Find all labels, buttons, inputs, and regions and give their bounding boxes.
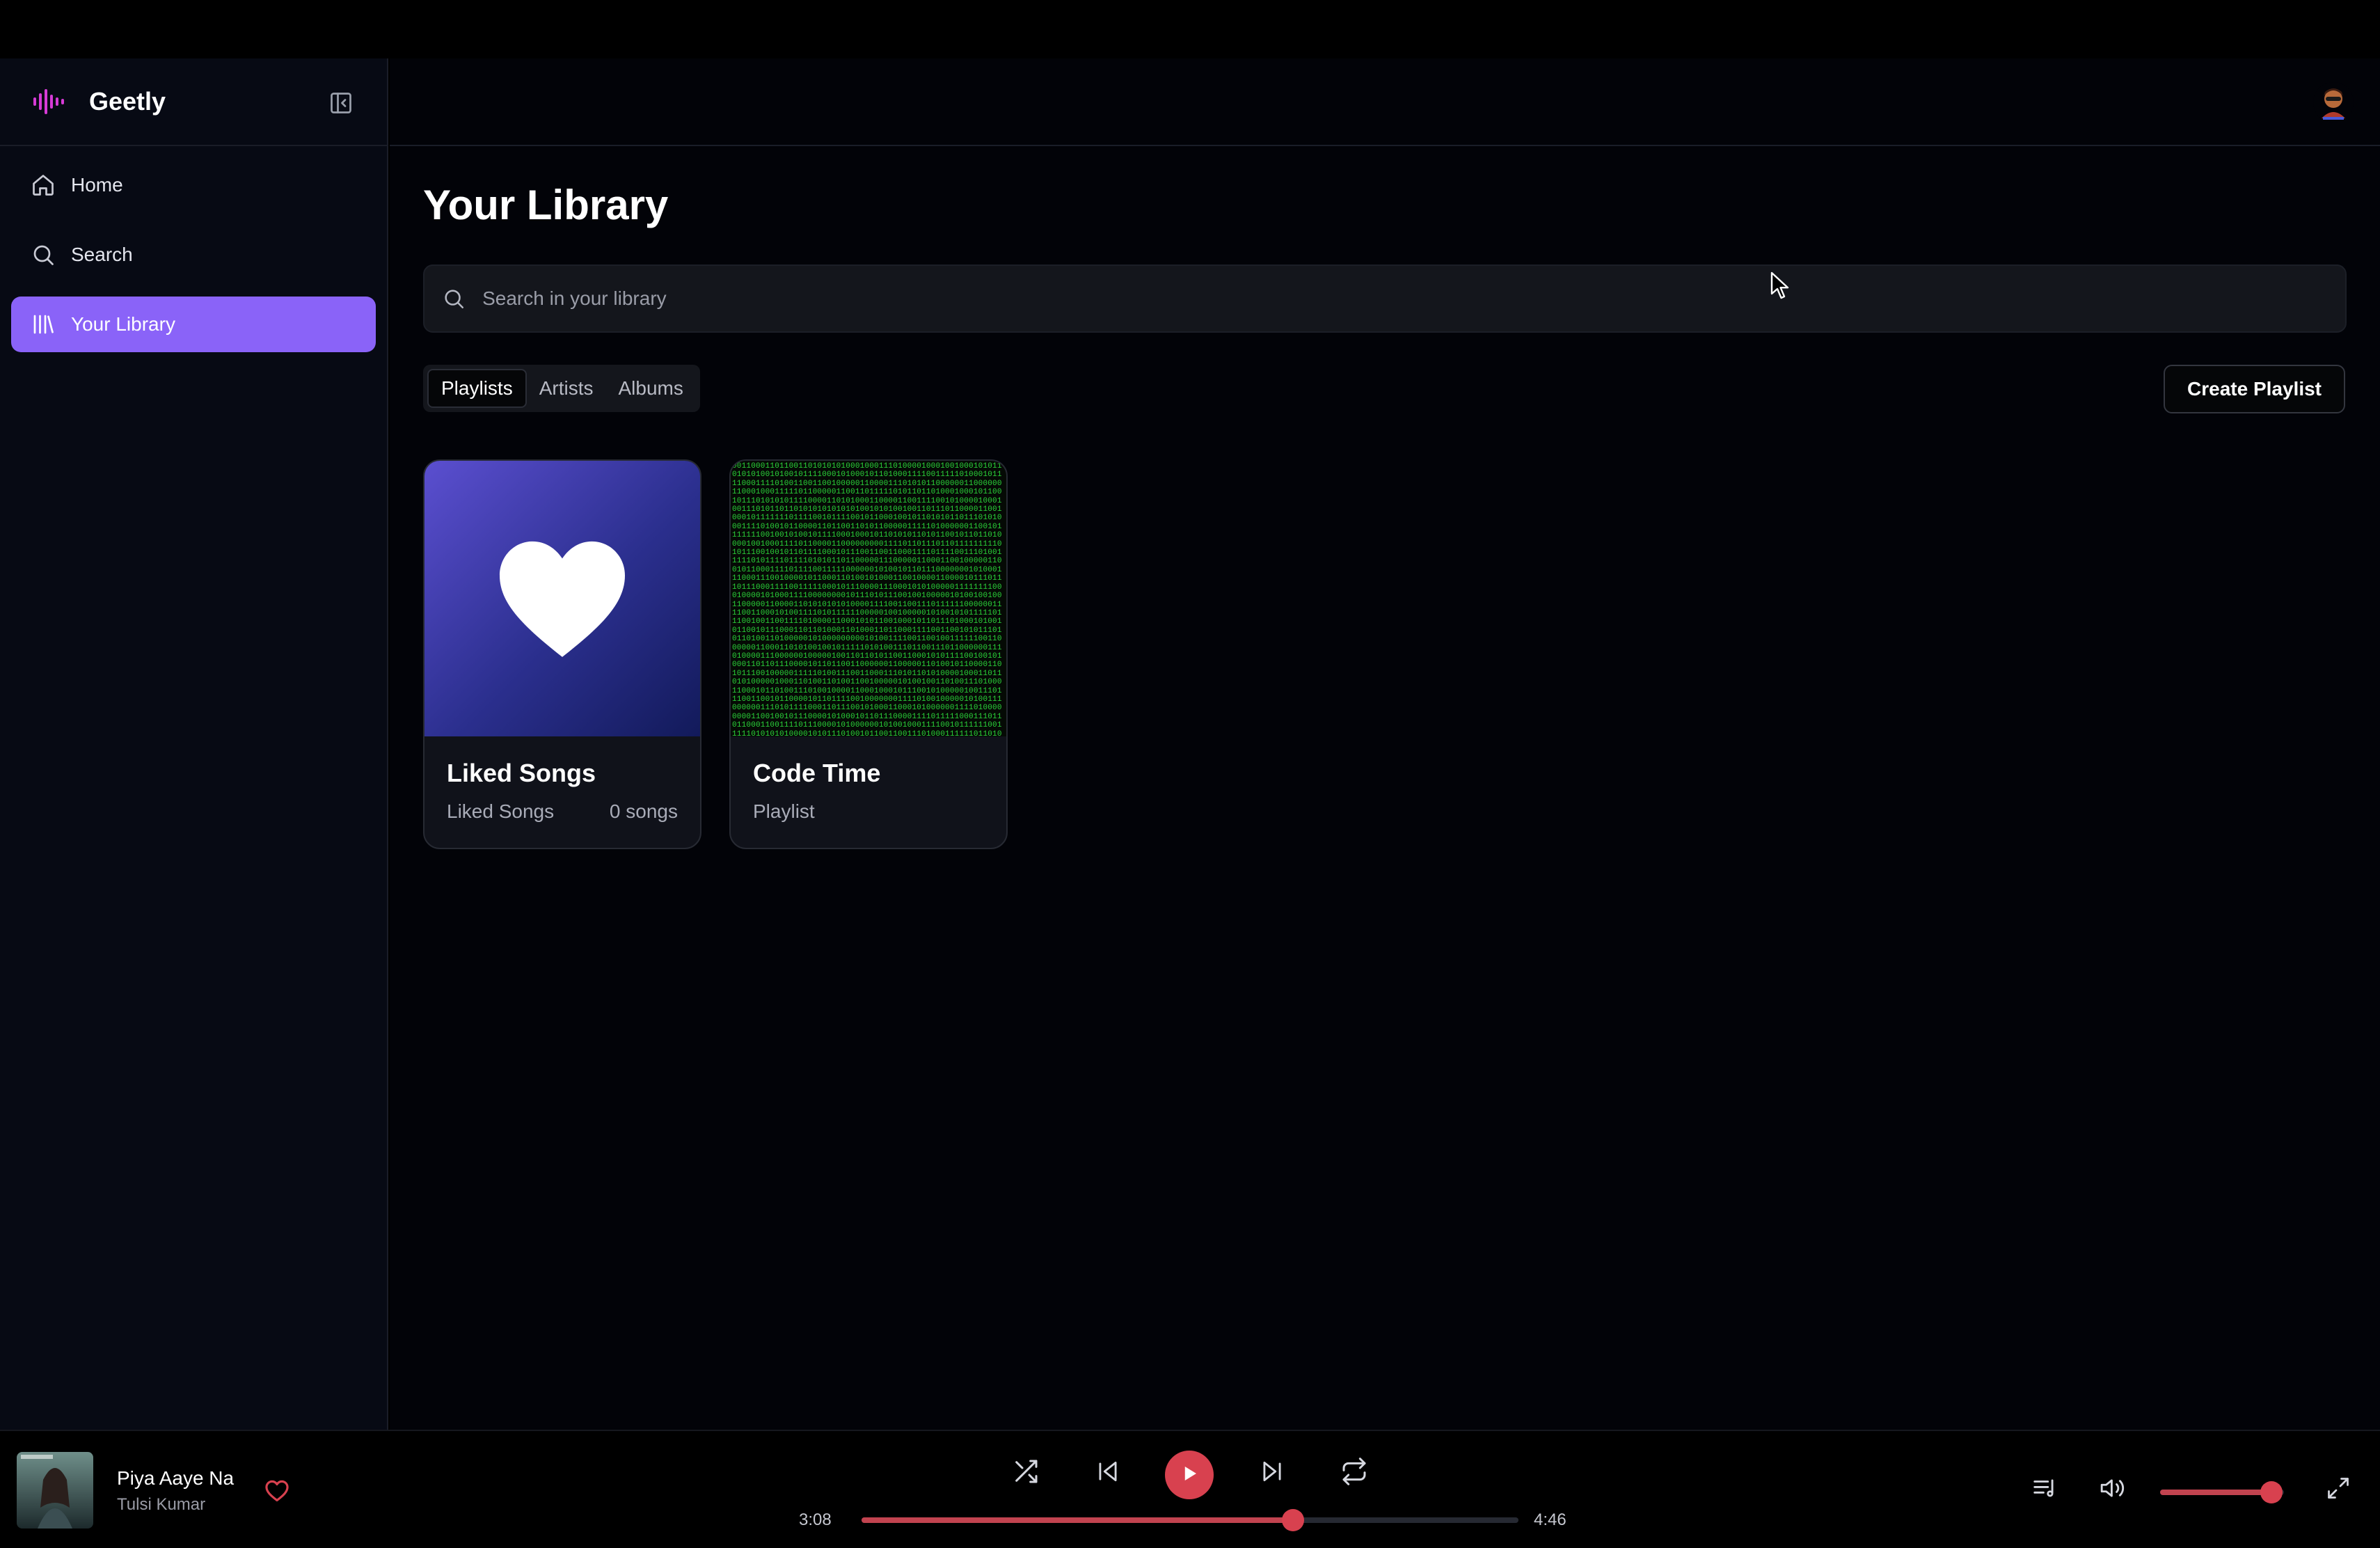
tab-playlists[interactable]: Playlists [427,369,527,408]
album-art[interactable] [17,1452,93,1529]
card-song-count: 0 songs [609,800,678,822]
sidebar-item-label: Search [71,244,133,265]
sidebar: Geetly Home Search Your Library [0,58,388,1430]
progress-bar[interactable] [862,1509,1518,1531]
volume-slider[interactable] [2160,1481,2284,1503]
queue-icon[interactable] [2028,1471,2061,1505]
sidebar-item-label: Home [71,174,123,196]
now-playing-artist: Tulsi Kumar [117,1495,206,1514]
repeat-icon[interactable] [1335,1452,1374,1491]
sidebar-item-your-library[interactable]: Your Library [11,297,376,352]
tab-artists[interactable]: Artists [527,369,606,408]
current-time: 3:08 [799,1510,832,1529]
mouse-cursor-icon [1770,271,1789,299]
like-heart-icon[interactable] [262,1476,292,1506]
volume-icon[interactable] [2096,1471,2129,1505]
card-subtitle: Liked Songs [447,800,555,822]
sidebar-item-home[interactable]: Home [11,157,376,213]
tab-albums[interactable]: Albums [605,369,695,408]
app-name: Geetly [89,87,166,116]
play-icon [1179,1463,1200,1487]
volume-fill [2160,1490,2272,1495]
create-playlist-button[interactable]: Create Playlist [2164,365,2345,413]
brand-header: Geetly [0,58,387,146]
waveform-logo-icon [31,82,70,121]
page-title: Your Library [423,182,669,228]
library-tabs: Playlists Artists Albums [423,365,700,412]
playlist-card-code-time[interactable]: 0011000110110011010101010001000111010000… [729,459,1008,849]
sidebar-item-label: Your Library [71,313,175,335]
progress-fill [862,1517,1294,1523]
library-icon [29,310,57,338]
playlist-card-liked-songs[interactable]: Liked Songs Liked Songs 0 songs [423,459,701,849]
window-top-bar [0,0,2380,58]
next-track-icon[interactable] [1253,1452,1292,1491]
shuffle-icon[interactable] [1006,1452,1045,1491]
main-content: Your Library Playlists Artists Albums Cr… [390,58,2380,1430]
library-search-input[interactable] [482,287,2330,310]
card-title: Code Time [753,759,881,787]
volume-handle[interactable] [2260,1481,2283,1503]
user-avatar[interactable] [2313,82,2354,123]
home-icon [29,171,57,199]
progress-handle[interactable] [1282,1509,1305,1531]
collapse-sidebar-icon[interactable] [327,89,355,117]
card-title: Liked Songs [447,759,596,787]
playlist-grid: Liked Songs Liked Songs 0 songs 00110001… [423,459,1008,849]
main-header [390,58,2380,146]
fullscreen-icon[interactable] [2322,1471,2355,1505]
sidebar-nav: Home Search Your Library [0,146,387,356]
sidebar-item-search[interactable]: Search [11,227,376,283]
now-playing-title: Piya Aaye Na [117,1467,235,1489]
previous-track-icon[interactable] [1088,1452,1127,1491]
total-time: 4:46 [1534,1510,1566,1529]
player-bar: Piya Aaye Na Tulsi Kumar 3:08 4:46 [0,1430,2380,1548]
search-icon [29,241,57,269]
binary-matrix-cover: 0011000110110011010101010001000111010000… [731,461,1006,736]
card-subtitle: Playlist [753,800,815,822]
library-search-box[interactable] [423,264,2347,333]
heart-icon [493,535,632,663]
search-icon [440,285,467,313]
play-button[interactable] [1165,1451,1214,1499]
liked-songs-cover [425,461,700,736]
